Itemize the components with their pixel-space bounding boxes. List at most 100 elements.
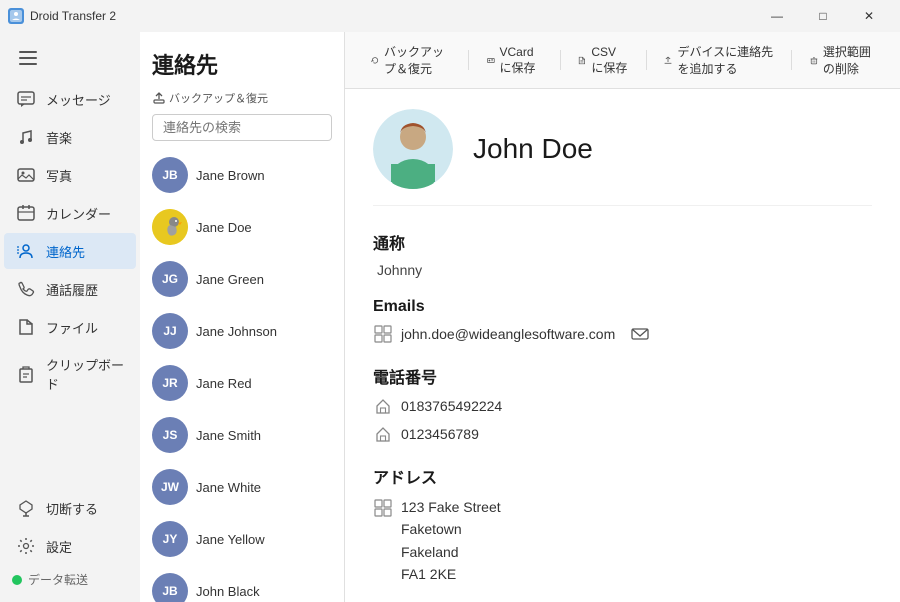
contact-name: Jane White <box>196 480 261 495</box>
search-input[interactable] <box>152 114 332 141</box>
toolbar-sep-4 <box>791 50 792 70</box>
photos-label: 写真 <box>46 166 72 185</box>
contact-name: John Doe <box>473 133 593 165</box>
phone-number-2: 0123456789 <box>401 426 479 442</box>
toolbar-csv-label: CSVに保存 <box>591 45 628 76</box>
contact-list: JBJane Brown Jane DoeJGJane GreenJJJane … <box>140 149 344 602</box>
contact-name: John Black <box>196 584 260 599</box>
calendar-icon <box>16 203 36 223</box>
toolbar-backup-restore[interactable]: バックアップ＆復元 <box>361 38 460 82</box>
sidebar-item-clipboard[interactable]: クリップボード <box>4 347 136 401</box>
contact-panel-header: 連絡先 バックアップ＆復元 <box>140 32 344 149</box>
contact-name: Jane Johnson <box>196 324 277 339</box>
messages-label: メッセージ <box>46 90 111 109</box>
toolbar-csv[interactable]: CSVに保存 <box>568 40 637 81</box>
sidebar-item-calendar[interactable]: カレンダー <box>4 195 136 231</box>
app-icon <box>8 8 24 24</box>
contact-name: Jane Brown <box>196 168 265 183</box>
phone-title: 電話番号 <box>373 364 872 388</box>
adddevice-icon <box>664 54 672 67</box>
contact-item-jane-brown[interactable]: JBJane Brown <box>140 149 344 201</box>
backup-restore-icon <box>371 54 379 67</box>
toolbar-backup-restore-label: バックアップ＆復元 <box>384 43 450 77</box>
contact-avatar: JW <box>152 469 188 505</box>
toolbar-backup-btn[interactable]: バックアップ＆復元 <box>152 90 268 106</box>
address-street: 123 Fake Street <box>401 496 501 518</box>
contact-item-john-black[interactable]: JB John Black <box>140 565 344 602</box>
contact-item-jane-green[interactable]: JGJane Green <box>140 253 344 305</box>
contact-item-jane-johnson[interactable]: JJ Jane Johnson <box>140 305 344 357</box>
address-city: Faketown <box>401 518 501 540</box>
email-address: john.doe@wideanglesoftware.com <box>401 326 615 342</box>
backup-icon <box>152 91 166 105</box>
emails-title: Emails <box>373 298 872 316</box>
nickname-section: 通称 Johnny <box>373 230 872 278</box>
contact-item-jane-doe[interactable]: Jane Doe <box>140 201 344 253</box>
sidebar-item-messages[interactable]: メッセージ <box>4 81 136 117</box>
toolbar: バックアップ＆復元 VCardに保存 CSVに保存 デバイスに連絡先を追加する … <box>345 32 900 89</box>
title-bar-left: Droid Transfer 2 <box>8 8 116 24</box>
toolbar-vcard[interactable]: VCardに保存 <box>477 40 552 81</box>
address-text: 123 Fake Street Faketown Fakeland FA1 2K… <box>401 496 501 586</box>
vcard-icon <box>487 54 495 67</box>
toolbar-adddevice[interactable]: デバイスに連絡先を追加する <box>654 38 783 82</box>
contact-header: John Doe <box>373 109 872 206</box>
contact-avatar <box>152 209 188 245</box>
contact-name: Jane Red <box>196 376 252 391</box>
toolbar-vcard-label: VCardに保存 <box>500 45 542 76</box>
settings-label: 設定 <box>46 537 72 556</box>
callhistory-label: 通話履歴 <box>46 280 98 299</box>
contact-avatar: JJ <box>152 313 188 349</box>
contact-avatar: JB <box>152 573 188 602</box>
phone-row-1: 0183765492224 <box>373 396 872 416</box>
settings-icon <box>16 536 36 556</box>
title-bar: Droid Transfer 2 — □ ✕ <box>0 0 900 32</box>
nickname-title: 通称 <box>373 230 872 254</box>
status-dot <box>12 575 22 585</box>
contact-name: Jane Doe <box>196 220 252 235</box>
address-grid-icon <box>373 498 393 518</box>
address-section: アドレス 123 Fake Street Faketown Fakeland F… <box>373 464 872 586</box>
clipboard-icon <box>16 364 36 384</box>
sidebar-item-files[interactable]: ファイル <box>4 309 136 345</box>
callhistory-icon <box>16 279 36 299</box>
maximize-button[interactable]: □ <box>800 0 846 32</box>
disconnect-icon <box>16 498 36 518</box>
sidebar-item-disconnect[interactable]: 切断する <box>4 490 136 526</box>
contacts-label: 連絡先 <box>46 242 85 261</box>
toolbar-backup-label: バックアップ＆復元 <box>169 90 268 106</box>
close-button[interactable]: ✕ <box>846 0 892 32</box>
sidebar-item-photos[interactable]: 写真 <box>4 157 136 193</box>
calendar-label: カレンダー <box>46 204 111 223</box>
address-county: Fakeland <box>401 541 501 563</box>
contact-item-jane-white[interactable]: JW Jane White <box>140 461 344 513</box>
delete-icon <box>810 54 818 67</box>
contact-avatar-large <box>373 109 453 189</box>
minimize-button[interactable]: — <box>754 0 800 32</box>
phone-number-1: 0183765492224 <box>401 398 502 414</box>
sidebar-item-contacts[interactable]: 連絡先 <box>4 233 136 269</box>
status-label: データ転送 <box>28 571 88 588</box>
sidebar-item-music[interactable]: 音楽 <box>4 119 136 155</box>
sidebar-item-settings[interactable]: 設定 <box>4 528 136 564</box>
contact-avatar: JR <box>152 365 188 401</box>
home-icon-1 <box>373 396 393 416</box>
address-postcode: FA1 2KE <box>401 563 501 585</box>
contact-item-jane-smith[interactable]: JSJane Smith <box>140 409 344 461</box>
contact-detail: John Doe 通称 Johnny Emails john.doe@widea… <box>345 89 900 602</box>
sidebar-item-callhistory[interactable]: 通話履歴 <box>4 271 136 307</box>
send-email-icon[interactable] <box>631 325 649 343</box>
contact-name: Jane Yellow <box>196 532 265 547</box>
photos-icon <box>16 165 36 185</box>
phone-row-2: 0123456789 <box>373 424 872 444</box>
toolbar-delete[interactable]: 選択範囲の削除 <box>800 38 884 82</box>
sidebar: メッセージ 音楽 写真 カレンダー 連絡先 <box>0 32 140 602</box>
email-grid-icon <box>373 324 393 344</box>
menu-button[interactable] <box>8 40 48 76</box>
toolbar-sep-2 <box>560 50 561 70</box>
csv-icon <box>578 54 586 67</box>
contact-item-jane-yellow[interactable]: JYJane Yellow <box>140 513 344 565</box>
disconnect-label: 切断する <box>46 499 98 518</box>
contact-item-jane-red[interactable]: JR Jane Red <box>140 357 344 409</box>
app-title: Droid Transfer 2 <box>30 9 116 23</box>
